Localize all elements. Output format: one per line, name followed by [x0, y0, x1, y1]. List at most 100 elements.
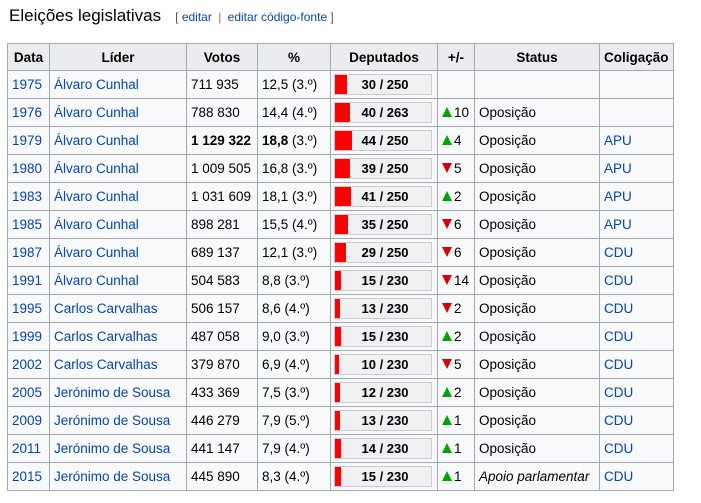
coalition-cell: CDU — [599, 462, 674, 491]
percent-cell: 12,5 (3.º) — [257, 70, 331, 99]
year-link[interactable]: 1979 — [12, 133, 42, 148]
table-row: 1983 Álvaro Cunhal 1 031 609 18,1 (3.º) 41 /… — [7, 182, 674, 211]
coalition-link[interactable]: CDU — [604, 273, 633, 288]
percent-value: 7,9 — [262, 413, 281, 428]
year-link[interactable]: 1991 — [12, 273, 42, 288]
change-cell: 6 — [437, 210, 475, 239]
leader-link[interactable]: Álvaro Cunhal — [54, 105, 139, 120]
seats-bar: 12 / 230 — [334, 382, 432, 403]
rank-value: (3.º) — [284, 273, 310, 288]
leader-link[interactable]: Jerónimo de Sousa — [54, 413, 170, 428]
year-link[interactable]: 1987 — [12, 245, 42, 260]
coalition-link[interactable]: APU — [604, 161, 632, 176]
leader-link[interactable]: Carlos Carvalhas — [54, 329, 158, 344]
seats-bar: 39 / 250 — [334, 158, 432, 179]
year-link[interactable]: 2011 — [12, 441, 41, 456]
percent-value: 9,0 — [262, 329, 281, 344]
arrow-down-icon — [442, 303, 452, 313]
coalition-link[interactable]: APU — [604, 217, 632, 232]
year-link[interactable]: 1999 — [12, 329, 42, 344]
seats-bar: 15 / 230 — [334, 466, 432, 487]
seats-cell: 29 / 250 — [330, 238, 438, 267]
votes-cell: 506 157 — [186, 294, 258, 323]
leader-link[interactable]: Carlos Carvalhas — [54, 357, 158, 372]
coalition-link[interactable]: CDU — [604, 301, 633, 316]
percent-cell: 8,8 (3.º) — [257, 266, 331, 295]
rank-value: (3.º) — [292, 77, 318, 92]
year-link[interactable]: 2009 — [12, 413, 42, 428]
seats-label: 15 / 230 — [361, 329, 409, 344]
coalition-cell: CDU — [599, 322, 674, 351]
seats-bar: 40 / 263 — [334, 102, 432, 123]
percent-value: 14,4 — [262, 105, 289, 120]
leader-cell: Álvaro Cunhal — [49, 98, 187, 127]
percent-value: 18,8 — [262, 133, 289, 148]
leader-link[interactable]: Jerónimo de Sousa — [54, 469, 170, 484]
leader-link[interactable]: Álvaro Cunhal — [54, 217, 139, 232]
seats-cell: 13 / 230 — [330, 406, 438, 435]
seats-cell: 30 / 250 — [330, 70, 438, 99]
leader-link[interactable]: Álvaro Cunhal — [54, 245, 139, 260]
change-value: 5 — [454, 357, 462, 372]
leader-link[interactable]: Álvaro Cunhal — [54, 189, 139, 204]
coalition-cell — [599, 98, 674, 127]
seats-bar: 13 / 230 — [334, 298, 432, 319]
year-link[interactable]: 1980 — [12, 161, 42, 176]
year-cell: 2002 — [7, 350, 50, 379]
leader-cell: Jerónimo de Sousa — [49, 378, 187, 407]
coalition-cell: APU — [599, 126, 674, 155]
leader-cell: Álvaro Cunhal — [49, 126, 187, 155]
section-title: Eleições legislativas — [9, 6, 162, 25]
coalition-link[interactable]: APU — [604, 189, 632, 204]
coalition-link[interactable]: CDU — [604, 329, 633, 344]
year-cell: 2005 — [7, 378, 50, 407]
votes-cell: 441 147 — [186, 434, 258, 463]
coalition-cell: CDU — [599, 434, 674, 463]
percent-cell: 18,8 (3.º) — [257, 126, 331, 155]
year-link[interactable]: 1976 — [12, 105, 42, 120]
seats-label: 29 / 250 — [361, 245, 409, 260]
header-seats: Deputados — [330, 43, 438, 71]
coalition-link[interactable]: APU — [604, 133, 632, 148]
rank-value: (3.º) — [292, 161, 318, 176]
year-link[interactable]: 1975 — [12, 77, 42, 92]
percent-cell: 15,5 (4.º) — [257, 210, 331, 239]
coalition-link[interactable]: CDU — [604, 385, 633, 400]
year-link[interactable]: 1985 — [12, 217, 42, 232]
percent-cell: 12,1 (3.º) — [257, 238, 331, 267]
rank-value: (4.º) — [292, 217, 318, 232]
year-link[interactable]: 2005 — [12, 385, 42, 400]
percent-value: 16,8 — [262, 161, 289, 176]
coalition-link[interactable]: CDU — [604, 245, 633, 260]
leader-cell: Carlos Carvalhas — [49, 350, 187, 379]
leader-cell: Álvaro Cunhal — [49, 182, 187, 211]
edit-link[interactable]: editar — [182, 10, 212, 24]
coalition-link[interactable]: CDU — [604, 357, 633, 372]
seats-cell: 40 / 263 — [330, 98, 438, 127]
year-link[interactable]: 1995 — [12, 301, 42, 316]
edit-source-link[interactable]: editar código-fonte — [228, 10, 327, 24]
leader-link[interactable]: Carlos Carvalhas — [54, 301, 158, 316]
leader-link[interactable]: Jerónimo de Sousa — [54, 385, 170, 400]
year-link[interactable]: 2002 — [12, 357, 42, 372]
leader-link[interactable]: Álvaro Cunhal — [54, 273, 139, 288]
leader-link[interactable]: Álvaro Cunhal — [54, 133, 139, 148]
seats-cell: 41 / 250 — [330, 182, 438, 211]
year-link[interactable]: 1983 — [12, 189, 42, 204]
coalition-link[interactable]: CDU — [604, 441, 633, 456]
table-row: 1995 Carlos Carvalhas 506 157 8,6 (4.º) 13 /… — [7, 294, 674, 323]
arrow-up-icon — [442, 191, 452, 201]
leader-cell: Jerónimo de Sousa — [49, 462, 187, 491]
year-link[interactable]: 2015 — [12, 469, 42, 484]
status-cell — [474, 70, 600, 99]
coalition-link[interactable]: CDU — [604, 469, 633, 484]
leader-link[interactable]: Álvaro Cunhal — [54, 161, 139, 176]
leader-link[interactable]: Jerónimo de Sousa — [54, 441, 170, 456]
arrow-up-icon — [442, 135, 452, 145]
table-row: 1976 Álvaro Cunhal 788 830 14,4 (4.º) 40 / 2… — [7, 98, 674, 127]
seats-label: 39 / 250 — [361, 161, 409, 176]
leader-link[interactable]: Álvaro Cunhal — [54, 77, 139, 92]
table-row: 1975 Álvaro Cunhal 711 935 12,5 (3.º) 30 / 2… — [7, 70, 674, 99]
change-cell: 2 — [437, 182, 475, 211]
coalition-link[interactable]: CDU — [604, 413, 633, 428]
